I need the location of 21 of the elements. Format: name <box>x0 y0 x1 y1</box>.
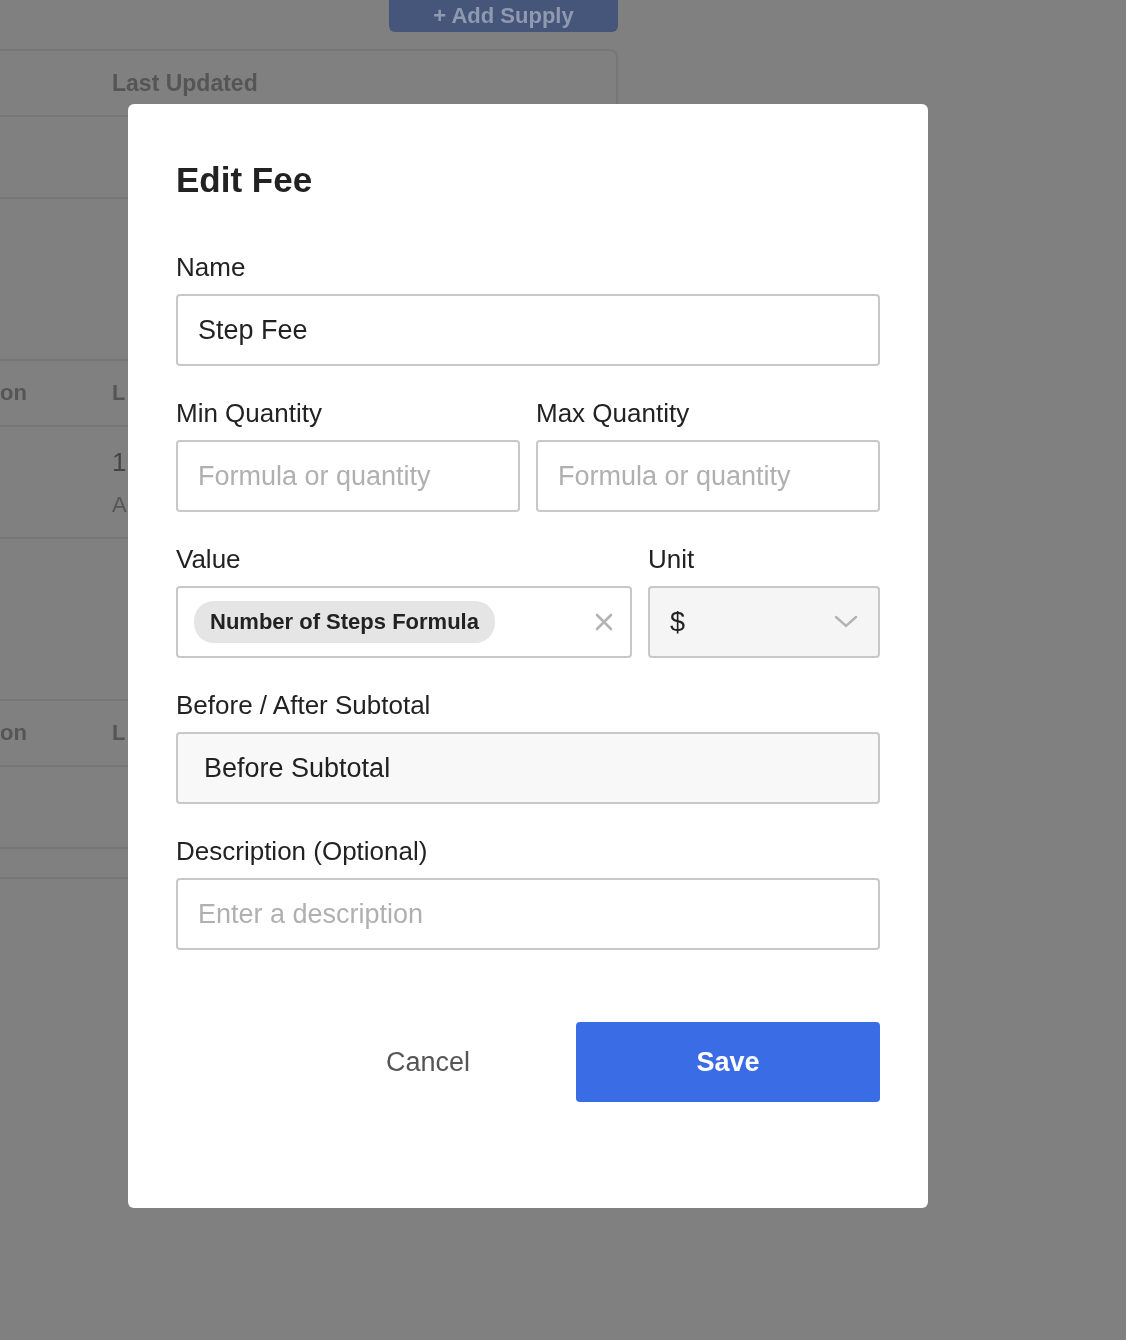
field-label: Before / After Subtotal <box>176 690 432 720</box>
field-label: Unit <box>648 544 696 574</box>
table-cell: 1 <box>112 447 127 478</box>
clear-icon[interactable] <box>594 612 614 632</box>
input-field[interactable]: Enter a description <box>176 878 880 950</box>
select-field[interactable]: Before Subtotal <box>176 732 880 804</box>
dialog-title: Edit Fee <box>176 160 314 200</box>
cancel-button[interactable]: Cancel <box>280 1022 576 1102</box>
field-label: Description (Optional) <box>176 836 429 866</box>
input-field[interactable]: Formula or quantity <box>176 440 520 512</box>
field-label: Max Quantity <box>536 398 691 428</box>
input-field[interactable]: Formula or quantity <box>536 440 880 512</box>
field-label: Min Quantity <box>176 398 323 428</box>
formula-chip[interactable]: Number of Steps Formula <box>194 601 495 643</box>
field-label: Name <box>176 252 247 282</box>
input-field[interactable]: Number of Steps Formula <box>176 586 632 658</box>
chevron-down-icon <box>834 615 858 629</box>
field-label: Value <box>176 544 242 574</box>
unit-dropdown[interactable]: $ <box>648 586 880 658</box>
save-button[interactable]: Save <box>576 1022 880 1102</box>
input-field[interactable]: Step Fee <box>176 294 880 366</box>
